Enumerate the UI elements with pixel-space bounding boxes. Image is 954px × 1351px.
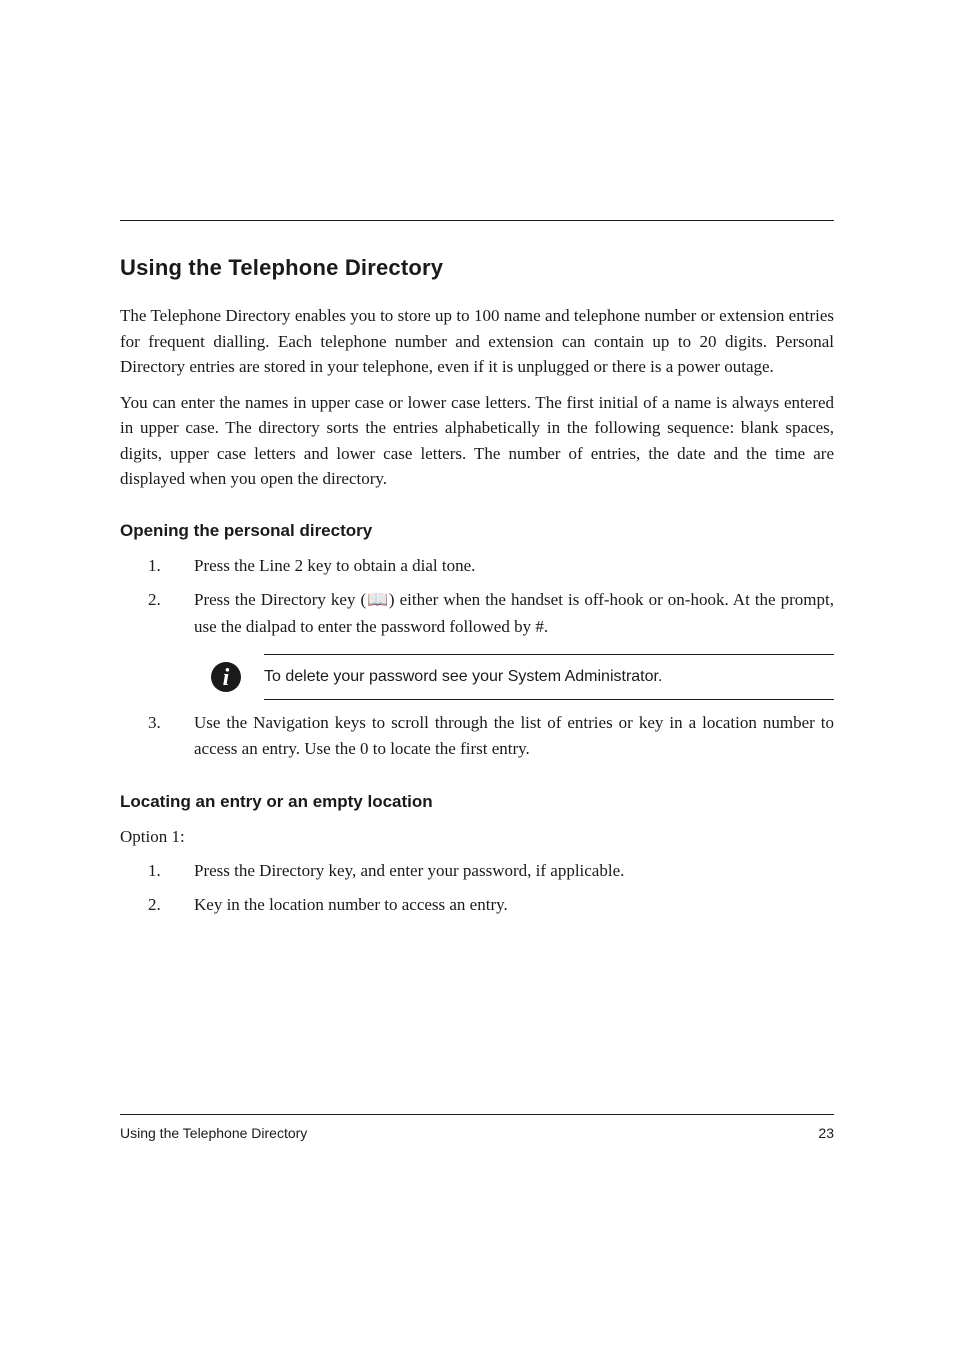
info-icon: i	[210, 661, 242, 693]
svg-text:i: i	[223, 665, 230, 691]
subheading-opening-directory: Opening the personal directory	[120, 518, 834, 544]
step-number: 2.	[148, 587, 161, 613]
step-item: 1. Press the Directory key, and enter yo…	[120, 858, 834, 884]
option-label: Option 1:	[120, 824, 834, 850]
step-list: 1. Press the Directory key, and enter yo…	[120, 858, 834, 919]
step-item: 2. Press the Directory key (📖) either wh…	[120, 587, 834, 640]
step-number: 2.	[148, 892, 161, 918]
intro-paragraph: The Telephone Directory enables you to s…	[120, 303, 834, 380]
step-item: 3. Use the Navigation keys to scroll thr…	[120, 710, 834, 763]
step-list: 1. Press the Line 2 key to obtain a dial…	[120, 553, 834, 640]
step-number: 1.	[148, 858, 161, 884]
step-text: Press the Directory key, and enter your …	[194, 861, 624, 880]
step-text: Key in the location number to access an …	[194, 895, 508, 914]
note-block: i To delete your password see your Syste…	[210, 654, 834, 700]
step-item: 1. Press the Line 2 key to obtain a dial…	[120, 553, 834, 579]
footer-page-number: 23	[818, 1125, 834, 1141]
intro-paragraph: You can enter the names in upper case or…	[120, 390, 834, 492]
step-number: 1.	[148, 553, 161, 579]
step-text: Press the Directory key (📖) either when …	[194, 590, 834, 635]
step-number: 3.	[148, 710, 161, 736]
step-text: Use the Navigation keys to scroll throug…	[194, 713, 834, 758]
subheading-locating-entry: Locating an entry or an empty location	[120, 789, 834, 815]
header-whitespace	[120, 120, 834, 220]
section-body: The Telephone Directory enables you to s…	[120, 303, 834, 918]
page-footer: Using the Telephone Directory 23	[120, 1114, 834, 1141]
step-list: 3. Use the Navigation keys to scroll thr…	[120, 710, 834, 763]
footer-chapter-title: Using the Telephone Directory	[120, 1125, 307, 1141]
top-rule	[120, 220, 834, 221]
note-text: To delete your password see your System …	[264, 654, 834, 700]
section-title: Using the Telephone Directory	[120, 255, 834, 281]
step-item: 2. Key in the location number to access …	[120, 892, 834, 918]
page: Using the Telephone Directory The Teleph…	[0, 0, 954, 1351]
bottom-rule	[120, 1114, 834, 1115]
step-text: Press the Line 2 key to obtain a dial to…	[194, 556, 475, 575]
